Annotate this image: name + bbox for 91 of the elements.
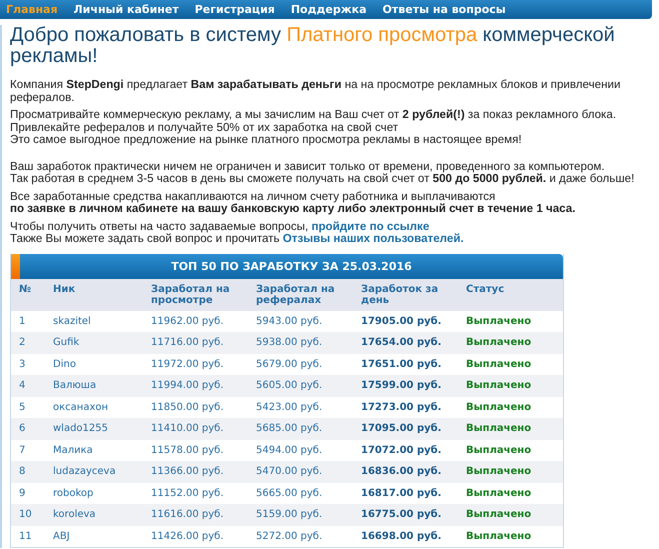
table-cell-text: Выплачено	[465, 530, 532, 542]
intro-text: Просматривайте коммерческую рекламу, а мы зачислим на Ваш счет от 2 рублей(!) за показ рекламного блока.	[10, 108, 616, 121]
table-cell-text: 17095.00 руб.	[360, 423, 442, 434]
nav-link[interactable]: Ответы на вопросы	[382, 3, 506, 16]
table-cell-text: 11972.00 руб.	[150, 358, 225, 370]
text-link[interactable]: пройдите по ссылке	[311, 220, 430, 232]
table-cell-text: 11366.00 руб.	[150, 466, 225, 478]
intro-text: Привлекайте рефералов и получайте 50% от их заработка на свой счет	[10, 120, 398, 134]
intro-text: Так работая в среднем 3-5 часов в день вы сможете получать на свой счет от 500 до 5000 рублей. и даже больше!	[10, 172, 634, 185]
table-cell-text: 11616.00 руб.	[150, 509, 225, 520]
table-cell-text: 8	[18, 466, 26, 478]
table-cell-text: 17273.00 руб.	[360, 402, 442, 413]
table-cell-text: Gufik	[52, 337, 80, 348]
table-cell-text: 17599.00 руб.	[360, 380, 442, 392]
nav-link[interactable]: Личный кабинет	[74, 3, 179, 16]
nav-link[interactable]: Поддержка	[290, 3, 367, 16]
table-cell-text: 17654.00 руб.	[360, 337, 442, 348]
table-cell-text: 11994.00 руб.	[150, 380, 225, 392]
table-cell-text: 5	[18, 402, 26, 413]
table-cell-text: 5679.00 руб.	[255, 358, 324, 370]
table-cell-text: robokop	[52, 488, 94, 499]
table-cell-text: Выплачено	[465, 380, 532, 392]
table-cell-text: 11716.00 руб.	[150, 337, 225, 348]
table-cell-text: 5685.00 руб.	[255, 423, 324, 434]
nav-link[interactable]: Регистрация	[194, 3, 275, 16]
column-header: Заработал на рефералах	[255, 284, 336, 306]
table-cell-text: wlado1255	[52, 423, 109, 434]
table-cell-text: ABJ	[52, 530, 71, 542]
table-cell-text: skazitel	[52, 316, 92, 327]
table-cell-text: koroleva	[52, 509, 97, 520]
table-cell-text: 9	[18, 488, 26, 499]
table-cell-text: 11	[18, 530, 33, 542]
intro-text: Это самое выгодное предложение на рынке платного просмотра рекламы в настоящее время!	[10, 133, 522, 146]
table-cell-text: Выплачено	[465, 509, 532, 520]
table-cell-text: Выплачено	[465, 316, 532, 327]
table-cell-text: Выплачено	[465, 402, 532, 413]
table-cell-text: 4	[18, 380, 26, 392]
table-cell-text: 11426.00 руб.	[150, 530, 225, 542]
table-cell-text: 5943.00 руб.	[255, 316, 324, 327]
table-cell-text: 5938.00 руб.	[255, 337, 324, 348]
table-cell-text: 5159.00 руб.	[255, 509, 324, 520]
table-cell-text: Выплачено	[465, 423, 532, 434]
table-cell-text: 10	[18, 509, 33, 520]
intro-text: Ваш заработок практически ничем не ограничен и зависит только от времени, проведенного за компьютером.	[10, 160, 605, 172]
table-cell-text: Выплачено	[465, 488, 532, 499]
table-cell-text: 1	[18, 316, 26, 327]
table-cell-text: 7	[18, 444, 26, 456]
table-cell-text: 5272.00 руб.	[255, 530, 324, 542]
intro-text: Также Вы можете задать свой вопрос и прочитать	[10, 232, 280, 245]
table-cell-text: 11850.00 руб.	[150, 402, 225, 413]
intro-text: Все заработанные средства накапливаются на личном счету работника и выплачиваются	[10, 190, 496, 202]
column-header: Заработал на просмотре	[150, 284, 231, 306]
column-header: №	[18, 284, 32, 294]
table-cell-text: 16775.00 руб.	[360, 509, 442, 520]
table-cell-text: Выплачено	[465, 444, 532, 456]
table-cell-text: Малика	[52, 444, 94, 456]
table-cell-text: 11152.00 руб.	[150, 488, 225, 499]
intro-text: по заявке в личном кабинете на вашу банковскую карту либо электронный счет в течение 1 часа.	[10, 202, 576, 215]
table-cell-text: 17651.00 руб.	[360, 358, 442, 370]
table-cell-text: 11962.00 руб.	[150, 316, 225, 327]
column-header: Ник	[52, 284, 76, 294]
table-cell-text: оксанахон	[52, 402, 110, 413]
page-title: Добро пожаловать в систему Платного просмотра коммерческой рекламы!	[10, 25, 616, 67]
table-title: ТОП 50 ПО ЗАРАБОТКУ ЗА 25.03.2016	[170, 260, 413, 272]
table-cell-text: 11578.00 руб.	[150, 444, 225, 456]
text-link[interactable]: Отзывы наших пользователей.	[282, 232, 464, 245]
table-cell-text: 3	[18, 358, 26, 370]
table-cell-text: 2	[18, 337, 26, 348]
column-header: Заработок за день	[360, 284, 440, 306]
table-cell-text: 17072.00 руб.	[360, 444, 442, 456]
column-header: Статус	[465, 284, 506, 294]
intro-text: Компания StepDengi предлагает Вам зарабатывать деньги на на просмотре рекламных блоков и привлечении рефералов.	[10, 78, 620, 104]
table-cell-text: 16817.00 руб.	[360, 488, 442, 499]
table-cell-text: Dino	[52, 358, 77, 370]
table-cell-text: ludazayceva	[52, 466, 117, 478]
table-cell-text: Выплачено	[465, 358, 532, 370]
table-cell-text: 17905.00 руб.	[360, 316, 442, 327]
table-cell-text: Валюша	[52, 380, 98, 392]
table-cell-text: 5665.00 руб.	[255, 488, 324, 499]
table-cell-text: 5470.00 руб.	[255, 466, 324, 478]
table-cell-text: 5605.00 руб.	[255, 380, 324, 392]
intro-text: Чтобы получить ответы на часто задаваемые вопросы,	[10, 220, 310, 232]
table-cell-text: Выплачено	[465, 337, 532, 348]
table-cell-text: 16698.00 руб.	[360, 530, 442, 542]
table-cell-text: 5423.00 руб.	[255, 402, 324, 413]
table-cell-text: 6	[18, 423, 26, 434]
table-cell-text: 11410.00 руб.	[150, 423, 225, 434]
table-cell-text: 5494.00 руб.	[255, 444, 324, 456]
accent-stripe	[11, 254, 20, 278]
table-cell-text: 16836.00 руб.	[360, 466, 442, 478]
table-cell-text: Выплачено	[465, 466, 532, 478]
